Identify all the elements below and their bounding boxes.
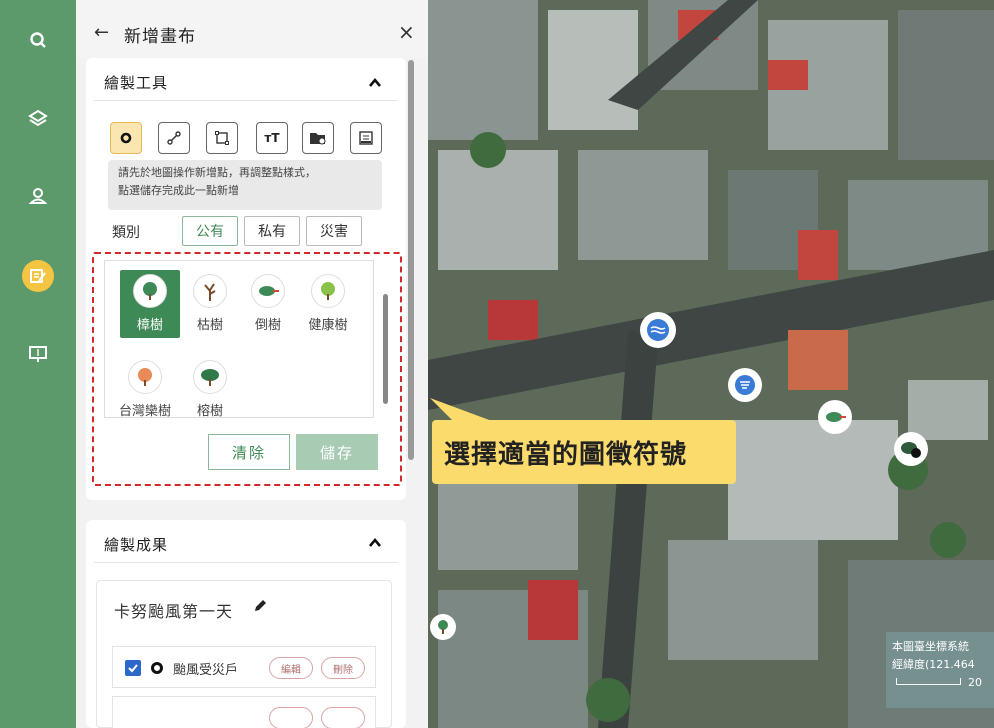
flood-marker-icon[interactable] (640, 312, 676, 348)
healthy-tree-icon (311, 274, 345, 308)
layer-stack-icon (359, 131, 373, 145)
coord-readout: 經緯度(121.464 (892, 658, 975, 671)
category-label: 類別 (112, 225, 140, 241)
edit-canvas-icon[interactable] (22, 260, 54, 292)
panel-scrollbar[interactable] (408, 60, 414, 460)
back-button[interactable]: ← (94, 22, 109, 43)
point-icon (120, 132, 132, 144)
panel-title: 新增畫布 (124, 27, 196, 47)
save-button[interactable]: 儲存 (296, 434, 378, 470)
folder-icon (310, 133, 326, 145)
tree-label: 健康樹 (308, 318, 348, 333)
row-label: 颱風受災戶 (173, 663, 239, 678)
tree-option-taiwan-golden-rain[interactable]: 台灣欒樹 (110, 356, 180, 420)
tree-option-fallen[interactable]: 倒樹 (240, 270, 296, 334)
category-tab-private[interactable]: 私有 (244, 216, 300, 246)
text-tool-button[interactable]: тT (256, 122, 288, 154)
line-icon (167, 131, 181, 145)
edit-button[interactable]: 編輯 (269, 657, 313, 679)
line-tool-button[interactable] (158, 122, 190, 154)
result-row: 颱風受災戶 編輯 刪除 (112, 646, 376, 688)
tree-option-camphor[interactable]: 樟樹 (120, 270, 180, 338)
tree-option-banyan[interactable]: 榕樹 (182, 356, 238, 420)
folder-tool-button[interactable] (302, 122, 334, 154)
divider (94, 100, 398, 101)
divider (94, 562, 398, 563)
layers-icon[interactable] (22, 102, 54, 134)
camphor-tree-icon (133, 274, 167, 308)
text-icon: тT (264, 131, 280, 145)
location-user-icon[interactable] (22, 180, 54, 212)
hint-line-1: 請先於地圖操作新增點，再調整點樣式， (118, 166, 316, 179)
polygon-icon (215, 131, 229, 145)
tree-label: 枯樹 (196, 318, 223, 333)
category-tab-disaster[interactable]: 災害 (306, 216, 362, 246)
polygon-tool-button[interactable] (206, 122, 238, 154)
coord-system-label: 本圖臺坐標系統 (892, 640, 969, 653)
satellite-imagery (428, 0, 994, 728)
map-canvas[interactable] (428, 0, 994, 728)
delete-button[interactable]: 刪除 (321, 657, 365, 679)
event-name: 卡努颱風第一天 (114, 602, 234, 621)
tree-label: 樟樹 (136, 318, 163, 333)
dead-tree-icon (193, 274, 227, 308)
pencil-icon[interactable] (252, 598, 268, 614)
tree-label: 台灣欒樹 (118, 404, 171, 419)
tree-marker-icon[interactable] (430, 614, 456, 640)
tree-label: 倒樹 (254, 318, 281, 333)
collapse-chevron-icon[interactable] (368, 536, 382, 550)
delete-button[interactable] (321, 707, 365, 728)
edit-button[interactable] (269, 707, 313, 728)
panel-header: ← 新增畫布 × (76, 0, 428, 58)
close-button[interactable]: × (398, 20, 415, 44)
typhoon-marker-icon[interactable] (728, 368, 762, 402)
result-row (112, 696, 376, 728)
layer-tool-button[interactable] (350, 122, 382, 154)
scale-bar: 20 (892, 674, 988, 694)
tree-option-healthy[interactable]: 健康樹 (298, 270, 358, 334)
banyan-tree-icon (193, 360, 227, 394)
point-tool-button[interactable] (110, 122, 142, 154)
tree-label: 榕樹 (196, 404, 223, 419)
search-icon[interactable] (22, 24, 54, 56)
clear-button[interactable]: 清除 (208, 434, 290, 470)
presentation-icon[interactable] (22, 338, 54, 370)
draw-tools-heading: 繪製工具 (104, 74, 169, 92)
scale-label: 20 (968, 676, 982, 689)
row-checkbox[interactable] (125, 660, 141, 676)
instruction-callout: 選擇適當的圖徵符號 (432, 420, 736, 484)
tree-option-dead[interactable]: 枯樹 (182, 270, 238, 334)
point-icon (151, 662, 163, 674)
hint-text: 請先於地圖操作新增點，再調整點樣式， 點選儲存完成此一點新增 (108, 160, 382, 210)
coordinate-info: 本圖臺坐標系統 經緯度(121.464 20 (886, 632, 994, 708)
golden-rain-tree-icon (128, 360, 162, 394)
category-tab-public[interactable]: 公有 (182, 216, 238, 246)
tree-shield-marker-icon[interactable] (894, 432, 928, 466)
fallen-tree-marker-icon[interactable] (818, 400, 852, 434)
collapse-chevron-icon[interactable] (368, 76, 382, 90)
fallen-tree-icon (251, 274, 285, 308)
hint-line-2: 點選儲存完成此一點新增 (118, 184, 239, 197)
icon-grid-scrollbar[interactable] (383, 294, 388, 404)
results-heading: 繪製成果 (104, 536, 169, 554)
left-rail (0, 0, 76, 728)
